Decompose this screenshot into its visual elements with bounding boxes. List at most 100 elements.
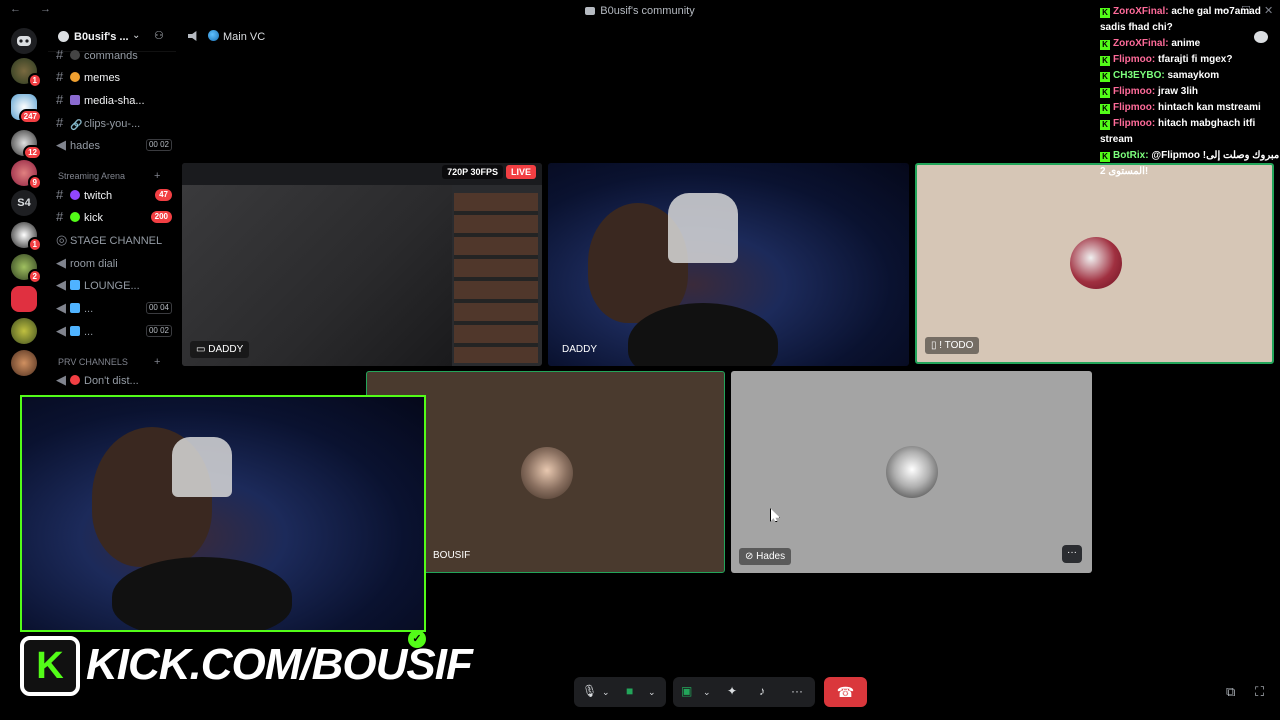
chat-username: Flipmoo: — [1113, 118, 1156, 129]
media-icon — [70, 95, 80, 105]
hash-icon: # — [56, 47, 64, 62]
server-icon[interactable]: 1 — [11, 222, 42, 252]
channel-commands[interactable]: # commands — [56, 45, 174, 65]
chat-bubble-icon[interactable] — [1254, 31, 1268, 43]
speaker-icon — [188, 31, 197, 41]
speaker-icon: ◀ — [56, 323, 66, 338]
kick-logo-icon: K — [20, 636, 80, 696]
voice-channel-dont-disturb[interactable]: ◀ Don't dist... — [56, 370, 174, 390]
voice-channel-room-diali[interactable]: ◀ room diali — [56, 253, 174, 273]
server-icon — [58, 31, 69, 42]
server-name: B0usif's ... — [74, 31, 129, 43]
unread-badge: 247 — [18, 109, 42, 124]
live-badge: LIVE — [505, 165, 536, 179]
mention-badge: 47 — [155, 189, 172, 201]
chevron-down-icon[interactable]: ⌄ — [648, 687, 656, 698]
window-title: B0usif's community — [0, 5, 1280, 17]
voice-channel[interactable]: ◀... 00 02 — [56, 321, 174, 341]
more-options-button[interactable]: ··· — [1062, 545, 1082, 563]
voice-channel[interactable]: ◀... 00 04 — [56, 298, 174, 318]
discord-logo-icon — [585, 7, 596, 15]
channel-label: room diali — [70, 258, 118, 270]
kick-icon: K — [1100, 104, 1110, 114]
user-tile-todo[interactable]: ▯ ! TODO — [915, 163, 1274, 364]
server-icon[interactable]: 1 — [11, 58, 42, 88]
server-icon[interactable]: 9 — [11, 160, 42, 190]
webcam-body — [112, 557, 292, 630]
kick-icon: K — [1100, 8, 1110, 18]
stage-icon: ◎ — [56, 232, 68, 247]
add-channel-icon[interactable]: + — [154, 356, 160, 368]
muted-mic-icon: ⊘ — [745, 551, 757, 562]
channel-label: hades — [70, 140, 100, 152]
stage-channel[interactable]: ◎ STAGE CHANNEL — [56, 230, 174, 250]
chevron-down-icon[interactable]: ⌄ — [132, 30, 140, 41]
screen-share-tile[interactable]: 720P 30FPS LIVE ▭ DADDY — [182, 163, 542, 366]
disconnect-button[interactable]: ☎ — [824, 677, 867, 707]
user-tile-hades[interactable]: ⊘ Hades ··· — [731, 371, 1092, 573]
channel-label: STAGE CHANNEL — [70, 235, 163, 247]
chat-message: K Flipmoo: tfarajti fi mgex? — [1096, 52, 1280, 68]
camera-tile[interactable]: DADDY — [548, 163, 909, 366]
user-count: 00 02 — [145, 139, 172, 151]
add-channel-icon[interactable]: + — [154, 170, 160, 182]
channel-media-share[interactable]: # media-sha... — [56, 90, 174, 110]
chat-username: BotRix: — [1113, 150, 1149, 161]
speaker-icon: ◀ — [56, 277, 66, 292]
chat-text: tfarajti fi mgex? — [1158, 54, 1233, 65]
fullscreen-icon[interactable]: ⛶ — [1255, 684, 1264, 700]
diamond-icon — [70, 326, 80, 336]
unread-badge: 9 — [27, 175, 42, 190]
tile-username: ⊘ Hades — [739, 548, 792, 565]
channel-label: ... — [84, 326, 94, 338]
tile-username: ▭ DADDY — [190, 341, 250, 358]
tile-username: DADDY — [562, 344, 598, 355]
chat-message: K BotRix: @Flipmoo !مبروك وصلت إلى المستو… — [1096, 148, 1280, 180]
voice-channel-lounge[interactable]: ◀ LOUNGE... — [56, 275, 174, 295]
screen-share-icon[interactable]: ▣ — [681, 684, 692, 698]
channel-label: clips-you-... — [84, 118, 141, 130]
quality-badge: 720P 30FPS — [442, 165, 503, 179]
channel-label: kick — [84, 212, 103, 224]
channel-twitch[interactable]: # twitch 47 — [56, 185, 174, 205]
av-controls: 🎙 ⌄ ■ ⌄ — [574, 677, 666, 707]
user-count: 00 04 — [145, 302, 172, 314]
chat-text: anime — [1171, 38, 1201, 49]
microphone-icon[interactable]: 🎙 — [582, 684, 597, 698]
server-icon[interactable] — [11, 318, 37, 344]
channel-memes[interactable]: # memes — [56, 67, 174, 87]
category-prv-channels[interactable]: PRV CHANNELS + — [58, 356, 160, 368]
channel-label: LOUNGE... — [84, 280, 140, 292]
more-options-icon[interactable]: ··· — [791, 684, 803, 698]
speaker-icon: ◀ — [56, 372, 66, 387]
camera-icon[interactable]: ■ — [626, 684, 633, 698]
soundboard-icon[interactable]: ♪ — [759, 684, 765, 698]
popout-icon[interactable]: ⧉ — [1226, 684, 1235, 700]
chevron-down-icon[interactable]: ⌄ — [602, 687, 610, 698]
kick-icon — [70, 212, 80, 222]
activities-icon[interactable]: ✦ — [727, 684, 737, 698]
kick-icon: K — [1100, 152, 1110, 162]
voice-channel-hades[interactable]: ◀ hades 00 02 — [56, 135, 174, 155]
kick-banner: K KICK.COM/BOUSIF ✓ — [20, 630, 473, 696]
window-title-text: B0usif's community — [600, 5, 695, 17]
hash-icon: # — [56, 69, 64, 84]
chat-text: jraw 3lih — [1158, 86, 1199, 97]
invite-people-icon[interactable]: ⚇ — [154, 29, 164, 42]
chevron-down-icon[interactable]: ⌄ — [703, 687, 711, 698]
kick-icon: K — [1100, 56, 1110, 66]
channel-label: media-sha... — [84, 95, 145, 107]
server-icon[interactable]: 2 — [11, 254, 42, 284]
server-icon[interactable] — [11, 286, 37, 312]
channel-kick[interactable]: # kick 200 — [56, 207, 174, 227]
category-streaming-arena[interactable]: Streaming Arena + — [58, 170, 160, 182]
server-icon-active[interactable]: 247 — [11, 94, 42, 124]
server-icon[interactable] — [11, 350, 37, 376]
verified-icon: ✓ — [408, 630, 426, 648]
hash-icon: # — [56, 209, 64, 224]
server-icon-s4[interactable]: S4 — [11, 190, 37, 216]
channel-clips[interactable]: # 🔗 clips-you-... — [56, 113, 174, 133]
server-icon[interactable]: 12 — [11, 130, 42, 160]
voice-channel-name: Main VC — [223, 31, 266, 43]
home-icon[interactable] — [11, 28, 37, 54]
